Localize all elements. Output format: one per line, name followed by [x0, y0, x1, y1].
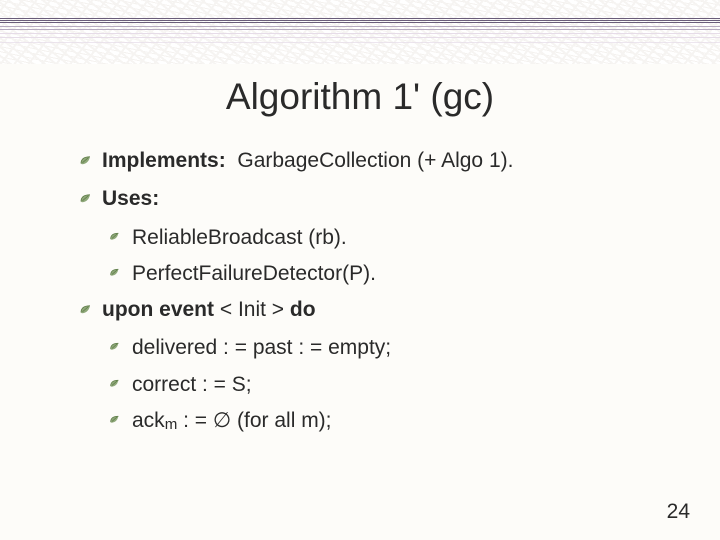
- body-text: delivered : = past : = empty;: [132, 336, 391, 359]
- slide-title: Algorithm 1' (gc): [0, 76, 720, 118]
- leaf-icon: [108, 266, 121, 279]
- bullet-body-line: correct : = S;: [108, 372, 678, 398]
- uses-label: Uses:: [102, 187, 159, 210]
- leaf-icon: [78, 153, 93, 168]
- ack-sub: m: [165, 416, 178, 433]
- paper-texture: [0, 0, 720, 64]
- slide: Algorithm 1' (gc) Implements: GarbageCol…: [0, 0, 720, 540]
- bullet-body-line: delivered : = past : = empty;: [108, 335, 678, 361]
- leaf-icon: [108, 413, 121, 426]
- body-text: correct : = S;: [132, 373, 252, 396]
- do-keyword: do: [290, 298, 316, 321]
- ack-post: : = ∅ (for all m);: [177, 409, 331, 432]
- leaf-icon: [78, 302, 93, 317]
- uses-item-text: ReliableBroadcast (rb).: [132, 226, 347, 249]
- upon-event-name: < Init >: [214, 298, 290, 321]
- page-number: 24: [667, 500, 690, 524]
- content-area: Implements: GarbageCollection (+ Algo 1)…: [78, 138, 678, 445]
- top-band: [0, 0, 720, 64]
- bullet-upon-event: upon event < Init > do: [78, 297, 678, 323]
- leaf-icon: [108, 230, 121, 243]
- leaf-icon: [78, 191, 93, 206]
- implements-value: GarbageCollection (+ Algo 1).: [237, 149, 513, 172]
- bullet-uses-item: ReliableBroadcast (rb).: [108, 225, 678, 251]
- bullet-uses: Uses:: [78, 186, 678, 212]
- upon-keyword: upon event: [102, 298, 214, 321]
- bullet-uses-item: PerfectFailureDetector(P).: [108, 261, 678, 287]
- bullet-body-line: ackm : = ∅ (for all m);: [108, 408, 678, 435]
- leaf-icon: [108, 340, 121, 353]
- ack-pre: ack: [132, 409, 165, 432]
- implements-label: Implements:: [102, 149, 226, 172]
- bullet-implements: Implements: GarbageCollection (+ Algo 1)…: [78, 148, 678, 174]
- uses-item-text: PerfectFailureDetector(P).: [132, 262, 376, 285]
- leaf-icon: [108, 377, 121, 390]
